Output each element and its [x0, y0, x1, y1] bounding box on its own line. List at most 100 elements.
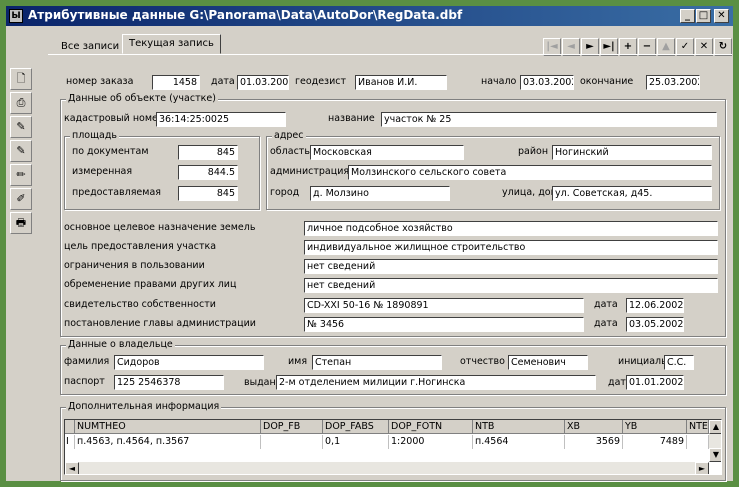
grid-header-dop-fabs[interactable]: DOP_FABS — [323, 420, 389, 434]
new-document-button[interactable]: 🗋 — [10, 68, 32, 90]
issued-field[interactable]: 2-м отделением милиции г.Ногинска — [276, 375, 596, 390]
maximize-button[interactable]: □ — [696, 9, 711, 23]
passport-field[interactable]: 125 2546378 — [114, 375, 224, 390]
start-date-field[interactable]: 03.03.2002 — [520, 75, 574, 90]
area-provided-label: предоставляемая — [72, 187, 161, 198]
surveyor-field[interactable]: Иванов И.И. — [355, 75, 447, 90]
issued-date-field[interactable]: 01.01.2002 — [626, 375, 684, 390]
cadastral-label: кадастровый номер — [64, 113, 164, 124]
address-group-title: адрес — [272, 130, 306, 142]
issued-label: выдан — [244, 377, 276, 388]
purpose-field[interactable]: личное подсобное хозяйство — [304, 221, 718, 236]
print-preview-button[interactable]: ⎙ — [10, 92, 32, 114]
end-date-field[interactable]: 25.03.2002 — [646, 75, 700, 90]
edit-object2-button[interactable]: ✎ — [10, 140, 32, 162]
extra-group-title: Дополнительная информация — [66, 401, 222, 413]
initials-label: инициалы — [618, 356, 669, 367]
close-button[interactable]: ✕ — [714, 9, 729, 23]
horizontal-scrollbar[interactable] — [65, 462, 709, 474]
cert-date-field[interactable]: 12.06.2002 — [626, 298, 684, 313]
cell-dop-fotn[interactable]: 1:2000 — [389, 435, 473, 449]
row-indicator: I — [65, 435, 75, 449]
cert-field[interactable]: CD-XXI 50-16 № 1890891 — [304, 298, 584, 313]
extra-info-grid[interactable]: NUMTHEO DOP_FB DOP_FABS DOP_FOTN NTB XB … — [64, 419, 722, 475]
owner-group-title: Данные о владельце — [66, 339, 175, 351]
grid-header-dop-fb[interactable]: DOP_FB — [261, 420, 323, 434]
initials-field[interactable]: С.С. — [664, 355, 694, 370]
minimize-button[interactable]: _ — [680, 9, 695, 23]
order-number-field[interactable]: 1458 — [152, 75, 200, 90]
grid-header-dop-fotn[interactable]: DOP_FOTN — [389, 420, 473, 434]
printer-icon: 🖶 — [15, 216, 27, 229]
cell-yb[interactable]: 7489 — [623, 435, 687, 449]
grid-header-nte[interactable]: NTE — [687, 420, 709, 434]
goal-field[interactable]: индивидуальное жилищное строительство — [304, 240, 718, 255]
scroll-right-icon[interactable]: ► — [695, 462, 709, 474]
pencil-edit-button[interactable]: ✐ — [10, 188, 32, 210]
order-date-label: дата — [211, 76, 235, 87]
left-toolbar: 🗋 ⎙ ✎ ✎ ✏ ✐ 🖶 — [10, 68, 32, 236]
decree-date-field[interactable]: 03.05.2002 — [626, 317, 684, 332]
city-field[interactable]: д. Молзино — [310, 186, 450, 201]
area-provided-field[interactable]: 845 — [178, 186, 238, 201]
limits-label: ограничения в пользовании — [64, 260, 205, 271]
print-button[interactable]: 🖶 — [10, 212, 32, 234]
burden-field[interactable]: нет сведений — [304, 278, 718, 293]
new-document-icon: 🗋 — [16, 72, 26, 85]
purpose-label: основное целевое назначение земель — [64, 222, 256, 233]
first-name-field[interactable]: Степан — [312, 355, 442, 370]
decree-field[interactable]: № 3456 — [304, 317, 584, 332]
cell-dop-fb[interactable] — [261, 435, 323, 449]
street-label: улица, дом — [502, 187, 558, 198]
area-doc-field[interactable]: 845 — [178, 145, 238, 160]
app-icon: Ы — [9, 9, 23, 23]
area-measured-label: измеренная — [72, 166, 133, 177]
main-area: Все записи Текущая запись |◄ ◄ ► ►| + − … — [42, 28, 732, 483]
order-date-field[interactable]: 01.03.2002 — [237, 75, 289, 90]
patronymic-field[interactable]: Семенович — [508, 355, 588, 370]
admin-field[interactable]: Молзинского сельского совета — [348, 165, 712, 180]
cell-numtheo[interactable]: п.4563, п.4564, п.3567 — [75, 435, 261, 449]
cell-dop-fabs[interactable]: 0,1 — [323, 435, 389, 449]
pencil-icon: ✏ — [16, 168, 26, 181]
cell-ntb[interactable]: п.4564 — [473, 435, 565, 449]
scroll-left-icon[interactable]: ◄ — [65, 462, 79, 474]
current-record-panel: номер заказа 1458 дата 01.03.2002 геодез… — [48, 54, 732, 482]
district-field[interactable]: Ногинский — [552, 145, 712, 160]
grid-header-ntb[interactable]: NTB — [473, 420, 565, 434]
cell-nte[interactable] — [687, 435, 709, 449]
grid-header-numtheo[interactable]: NUMTHEO — [75, 420, 261, 434]
edit-object-icon: ✎ — [16, 120, 26, 133]
window-title: Атрибутивные данные G:\Panorama\Data\Aut… — [28, 8, 463, 22]
title-bar[interactable]: Ы Атрибутивные данные G:\Panorama\Data\A… — [6, 6, 733, 26]
street-field[interactable]: ул. Советская, д45. — [552, 186, 712, 201]
cell-xb[interactable]: 3569 — [565, 435, 623, 449]
city-label: город — [270, 187, 300, 198]
tab-current-record[interactable]: Текущая запись — [122, 34, 221, 54]
object-name-field[interactable]: участок № 25 — [381, 112, 717, 127]
region-label: область — [270, 146, 310, 157]
cert-date-label: дата — [594, 299, 618, 310]
pencil-button[interactable]: ✏ — [10, 164, 32, 186]
region-field[interactable]: Московская — [310, 145, 464, 160]
tab-all-records[interactable]: Все записи — [54, 37, 127, 54]
area-measured-field[interactable]: 844.5 — [178, 165, 238, 180]
scroll-up-icon[interactable]: ▲ — [709, 420, 721, 434]
grid-header-yb[interactable]: YB — [623, 420, 687, 434]
limits-field[interactable]: нет сведений — [304, 259, 718, 274]
cadastral-field[interactable]: 36:14:25:0025 — [156, 112, 286, 127]
first-name-label: имя — [288, 356, 308, 367]
area-group-title: площадь — [70, 130, 120, 142]
surname-field[interactable]: Сидоров — [114, 355, 264, 370]
surveyor-label: геодезист — [295, 76, 347, 87]
grid-header-xb[interactable]: XB — [565, 420, 623, 434]
start-date-label: начало — [481, 76, 517, 87]
admin-label: администрация — [270, 166, 350, 177]
edit-object2-icon: ✎ — [16, 144, 26, 157]
pencil-edit-icon: ✐ — [16, 192, 26, 205]
patronymic-label: отчество — [460, 356, 505, 367]
order-number-label: номер заказа — [66, 76, 134, 87]
scroll-down-icon[interactable]: ▼ — [709, 448, 721, 462]
edit-object-button[interactable]: ✎ — [10, 116, 32, 138]
burden-label: обременение правами других лиц — [64, 279, 237, 290]
